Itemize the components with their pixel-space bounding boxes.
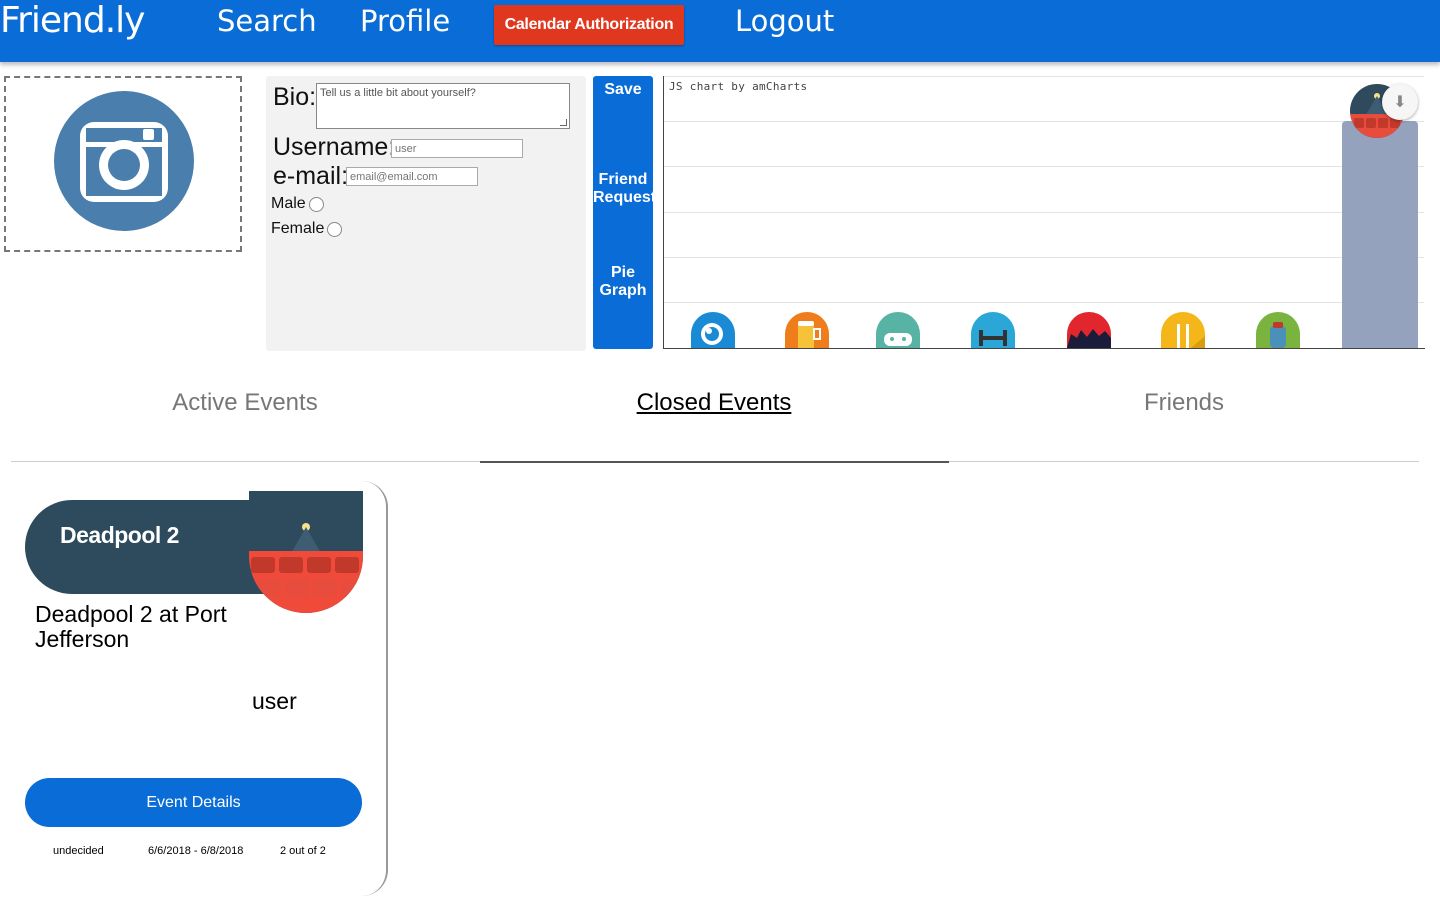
pie-graph-button[interactable]: Pie Graph	[593, 264, 653, 300]
tab-friends[interactable]: Friends	[1130, 389, 1238, 417]
tab-closed-events[interactable]: Closed Events	[634, 389, 794, 417]
gridline	[664, 212, 1424, 213]
bio-label: Bio:	[273, 83, 317, 111]
download-icon[interactable]: ⬇	[1382, 84, 1418, 120]
email-input[interactable]	[346, 167, 478, 186]
event-attendance: 2 out of 2	[280, 845, 326, 857]
nav-logout-link[interactable]: Logout	[735, 4, 834, 38]
calendar-authorization-button[interactable]: Calendar Authorization	[494, 5, 684, 45]
event-card: Deadpool 2 Deadpool 2 at Port Jefferson …	[15, 481, 388, 896]
interests-chart: JS chart by amCharts ⬇	[663, 76, 1425, 349]
outdoors-category-icon	[1256, 312, 1300, 348]
female-label: Female	[271, 220, 325, 237]
concerts-category-icon	[1067, 312, 1111, 348]
event-status: undecided	[53, 845, 104, 857]
chart-credit-link[interactable]: JS chart by amCharts	[669, 80, 807, 93]
nav-profile-link[interactable]: Profile	[360, 4, 450, 38]
event-details-button[interactable]: Event Details	[25, 778, 362, 827]
food-category-icon	[1161, 312, 1205, 348]
music-category-icon	[691, 312, 735, 348]
profile-photo-dropzone[interactable]	[4, 76, 242, 252]
bio-textarea[interactable]: Tell us a little bit about yourself?	[316, 83, 570, 129]
gridline	[664, 302, 1424, 303]
bio-placeholder: Tell us a little bit about yourself?	[320, 87, 476, 99]
event-title: Deadpool 2	[60, 522, 179, 548]
top-navbar: Friend.ly Search Profile Calendar Author…	[0, 0, 1440, 62]
camera-icon	[54, 91, 194, 231]
tab-active-events[interactable]: Active Events	[170, 389, 320, 417]
female-radio[interactable]	[327, 222, 342, 237]
gaming-category-icon	[876, 312, 920, 348]
gridline	[664, 257, 1424, 258]
chart-bar-movies[interactable]	[1342, 121, 1418, 348]
gridline	[664, 76, 1424, 77]
brand-logo[interactable]: Friend.ly	[0, 0, 145, 41]
event-subtitle: Deadpool 2 at Port Jefferson	[35, 601, 227, 652]
username-label: Username:	[273, 133, 396, 161]
email-label: e-mail:	[273, 162, 349, 190]
profile-form: Bio: Tell us a little bit about yourself…	[266, 76, 586, 351]
nav-search-link[interactable]: Search	[217, 4, 317, 38]
save-button[interactable]: Save	[593, 81, 653, 99]
resize-grip-icon[interactable]	[560, 119, 567, 126]
event-dates: 6/6/2018 - 6/8/2018	[148, 845, 244, 857]
male-label: Male	[271, 195, 306, 212]
event-host: user	[252, 688, 297, 714]
profile-actions: Save Friend Request Pie Graph	[593, 76, 656, 349]
tab-active-indicator	[480, 461, 949, 463]
username-input[interactable]	[391, 139, 523, 158]
gridline	[664, 166, 1424, 167]
drinks-category-icon	[785, 312, 829, 348]
fitness-category-icon	[971, 312, 1015, 348]
gridline	[664, 121, 1424, 122]
friend-request-button[interactable]: Friend Request	[593, 171, 656, 207]
theater-icon	[249, 491, 363, 613]
male-radio[interactable]	[309, 197, 324, 212]
